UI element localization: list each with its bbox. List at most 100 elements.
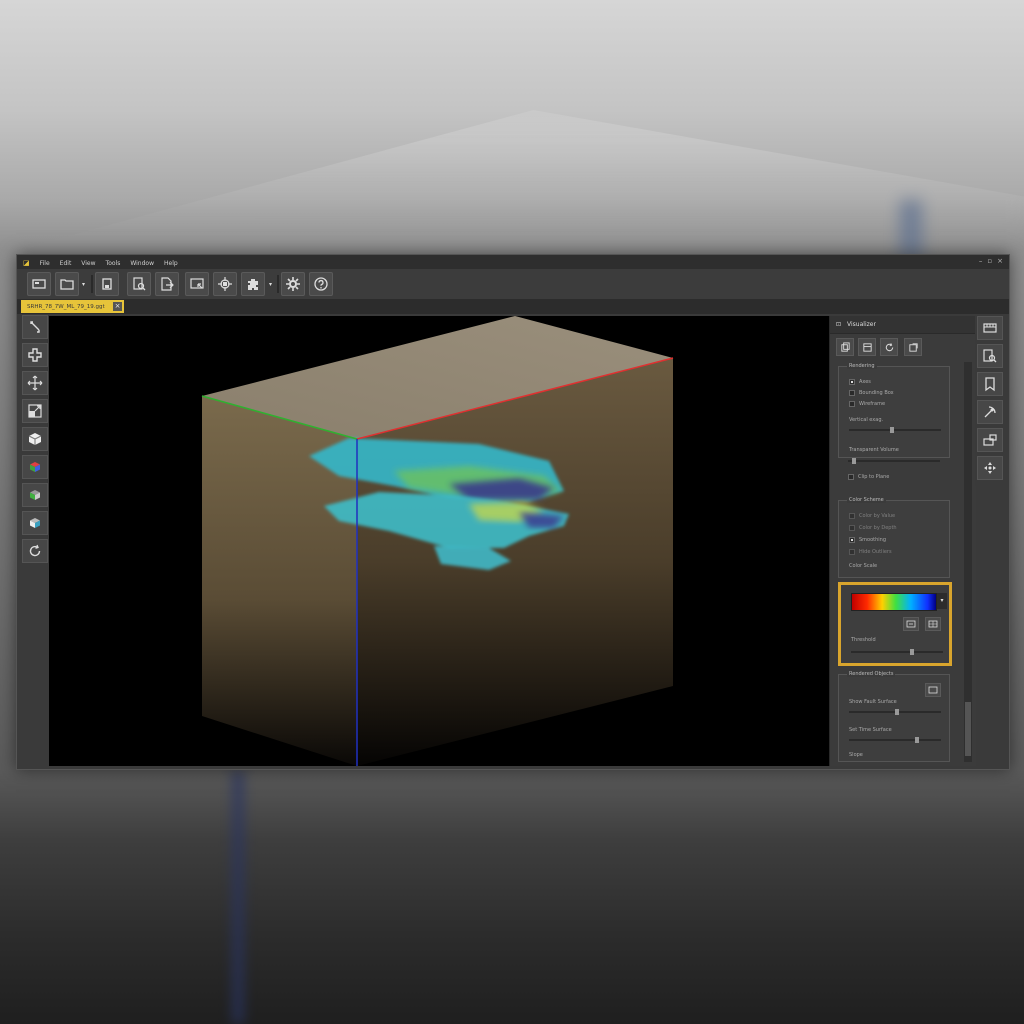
- checkbox[interactable]: [848, 474, 854, 480]
- screen-select-button[interactable]: [185, 272, 209, 296]
- option-hide-outliers[interactable]: Hide Outliers: [849, 549, 892, 555]
- 3d-viewport[interactable]: [49, 316, 829, 766]
- maximize-button[interactable]: ▫: [987, 257, 992, 265]
- zoom-tool[interactable]: [977, 344, 1003, 368]
- slider-knob[interactable]: [915, 737, 919, 743]
- toolbar-separator: [91, 275, 93, 293]
- transparent-volume-slider[interactable]: [848, 458, 940, 464]
- title-bar: ◪ File Edit View Tools Window Help – ▫ ×: [17, 255, 1009, 269]
- minimize-button[interactable]: –: [979, 257, 983, 265]
- vertical-exag-slider[interactable]: [849, 427, 941, 433]
- transparent-volume-label: Transparent Volume: [849, 447, 899, 453]
- layout-icon: [983, 323, 997, 333]
- cube-view-tool[interactable]: [22, 427, 48, 451]
- pointer-tool[interactable]: [22, 315, 48, 339]
- checkbox[interactable]: [849, 525, 855, 531]
- navigate-tool[interactable]: [977, 456, 1003, 480]
- settings-button[interactable]: [281, 272, 305, 296]
- menu-window[interactable]: Window: [130, 260, 154, 267]
- screenshot-tool[interactable]: [977, 428, 1003, 452]
- help-icon: [314, 277, 328, 291]
- open-button[interactable]: [55, 272, 79, 296]
- tab-close-icon[interactable]: ×: [113, 302, 122, 311]
- copy-icon: [840, 341, 850, 352]
- main-toolbar: ▾ ▾: [17, 269, 1009, 300]
- cube-front-tool[interactable]: [22, 511, 48, 535]
- option-label: Hide Outliers: [859, 549, 892, 555]
- fault-surface-slider[interactable]: [849, 709, 941, 715]
- layout-tool[interactable]: [977, 316, 1003, 340]
- checkbox[interactable]: [849, 537, 855, 543]
- zoom-icon: [983, 349, 997, 363]
- background-accent: [900, 200, 922, 260]
- color-scheme-group-title: Color Scheme: [847, 497, 886, 503]
- open-dropdown-arrow[interactable]: ▾: [82, 281, 85, 288]
- menu-file[interactable]: File: [40, 260, 50, 267]
- reset-rotation-tool[interactable]: [22, 539, 48, 563]
- checkbox[interactable]: [849, 379, 855, 385]
- colormap-preview[interactable]: [851, 593, 937, 611]
- target-button[interactable]: [213, 272, 237, 296]
- menu-help[interactable]: Help: [164, 260, 178, 267]
- close-button[interactable]: ×: [997, 257, 1003, 265]
- pan-tool[interactable]: [22, 371, 48, 395]
- checkbox[interactable]: [849, 513, 855, 519]
- option-axes[interactable]: Axes: [849, 379, 871, 385]
- new-icon: [32, 279, 46, 289]
- option-color-by-depth[interactable]: Color by Depth: [849, 525, 897, 531]
- plugins-button[interactable]: [241, 272, 265, 296]
- cube-color-tool[interactable]: [22, 455, 48, 479]
- option-bounding-box[interactable]: Bounding Box: [849, 390, 894, 396]
- export-button[interactable]: [155, 272, 179, 296]
- add-icon: [928, 686, 938, 694]
- refresh-button[interactable]: [880, 338, 898, 356]
- resize-icon: [28, 404, 42, 418]
- new-project-button[interactable]: [27, 272, 51, 296]
- measure-tool[interactable]: [977, 400, 1003, 424]
- menu-view[interactable]: View: [81, 260, 95, 267]
- detach-icon: [908, 342, 918, 352]
- panel-scrollbar[interactable]: [964, 362, 972, 762]
- time-surface-slider[interactable]: [849, 737, 941, 743]
- checkbox[interactable]: [849, 549, 855, 555]
- search-icon: [133, 277, 146, 291]
- plugins-dropdown-arrow[interactable]: ▾: [269, 281, 272, 288]
- menu-edit[interactable]: Edit: [60, 260, 72, 267]
- option-clip-to-plane[interactable]: Clip to Plane: [848, 474, 889, 480]
- color-scale-label: Color Scale: [849, 563, 878, 569]
- cube-color-icon: [30, 462, 40, 472]
- slider-knob[interactable]: [890, 427, 894, 433]
- slider-knob[interactable]: [895, 709, 899, 715]
- resize-tool[interactable]: [22, 399, 48, 423]
- scroll-thumb[interactable]: [965, 702, 971, 756]
- cube-view-icon: [28, 433, 42, 445]
- colormap-dropdown[interactable]: ▾: [937, 593, 947, 609]
- option-color-by-value[interactable]: Color by Value: [849, 513, 895, 519]
- background-reflection: [232, 770, 244, 1024]
- target-icon: [218, 277, 232, 291]
- move-tool[interactable]: [22, 343, 48, 367]
- cube-side-tool[interactable]: [22, 483, 48, 507]
- inspect-button[interactable]: [127, 272, 151, 296]
- add-object-button[interactable]: [925, 683, 941, 697]
- puzzle-icon: [248, 279, 258, 290]
- save-button[interactable]: [95, 272, 119, 296]
- menu-tools[interactable]: Tools: [106, 260, 121, 267]
- colormap-settings-button[interactable]: [925, 617, 941, 631]
- checkbox[interactable]: [849, 401, 855, 407]
- colormap-edit-button[interactable]: [903, 617, 919, 631]
- option-wireframe[interactable]: Wireframe: [849, 401, 885, 407]
- copy-button[interactable]: [836, 338, 854, 356]
- threshold-slider[interactable]: [851, 649, 943, 655]
- help-button[interactable]: [309, 272, 333, 296]
- slider-knob[interactable]: [852, 458, 856, 464]
- detach-button[interactable]: [904, 338, 922, 356]
- measure-icon: [984, 406, 996, 418]
- slider-knob[interactable]: [910, 649, 914, 655]
- screen-select-icon: [190, 278, 204, 289]
- bookmark-tool[interactable]: [977, 372, 1003, 396]
- layers-button[interactable]: [858, 338, 876, 356]
- document-tab[interactable]: SRHR_78_7W_ML_79_19.ggt ×: [21, 300, 124, 313]
- checkbox[interactable]: [849, 390, 855, 396]
- option-smoothing[interactable]: Smoothing: [849, 537, 886, 543]
